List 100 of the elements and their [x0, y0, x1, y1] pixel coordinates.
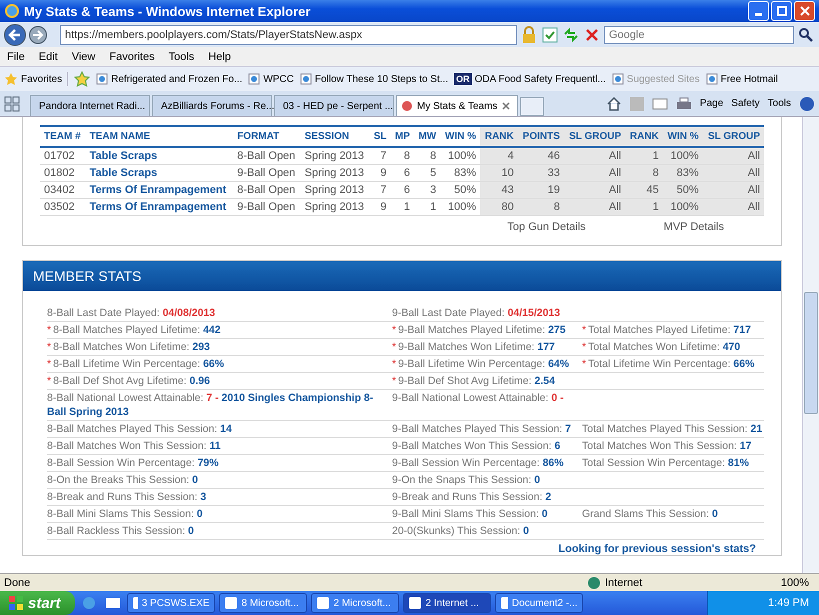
stat-text: Total Matches Won Lifetime: 470 — [588, 341, 740, 353]
section-header: MEMBER STATS — [23, 261, 781, 291]
table-cell: 33 — [548, 167, 560, 179]
printer-icon[interactable] — [676, 96, 692, 112]
browser-tab[interactable]: Pandora Internet Radi... — [30, 95, 150, 116]
browser-tab[interactable]: 03 - HED pe - Serpent ... — [274, 95, 394, 116]
table-cell: All — [748, 184, 760, 196]
mail-icon[interactable] — [652, 98, 668, 110]
menu-item[interactable]: Help — [208, 50, 231, 62]
footnote-mark: * — [392, 324, 396, 336]
favorite-link[interactable]: Refrigerated and Frozen Fo... — [96, 73, 242, 85]
previous-stats-link[interactable]: Looking for previous session's stats? — [558, 543, 756, 555]
favorite-link[interactable]: Free Hotmail — [706, 73, 778, 85]
team-link[interactable]: Terms Of Enrampagement — [90, 201, 226, 213]
stat-text: 8-Ball Lifetime Win Percentage: 66% — [53, 358, 224, 370]
browser-tab[interactable]: My Stats & Teams — [396, 95, 518, 116]
taskbar-button[interactable]: 2 Internet ... — [402, 593, 491, 613]
favorite-link[interactable]: Follow These 10 Steps to St... — [300, 73, 448, 85]
search-icon[interactable] — [797, 26, 815, 44]
zoom-button[interactable]: 100% — [735, 576, 815, 590]
scrollbar[interactable] — [802, 117, 819, 573]
desktop-icon[interactable] — [104, 595, 121, 611]
column-header: POINTS — [518, 126, 564, 147]
table-cell: 43 — [502, 184, 514, 196]
search-field[interactable]: Google — [604, 26, 794, 44]
menu-item[interactable]: File — [7, 50, 25, 62]
table-cell: 8 — [404, 150, 410, 162]
favorites-button[interactable]: Favorites — [4, 72, 68, 86]
favorite-link[interactable]: OR ODA Food Safety Frequentl... — [454, 73, 606, 85]
taskbar-button[interactable]: 3 PCSWS.EXE — [126, 593, 215, 613]
page-icon — [401, 100, 413, 112]
table-cell: 03402 — [44, 184, 75, 196]
details-link[interactable]: MVP Details — [664, 221, 724, 233]
table-cell: 45 — [646, 184, 659, 196]
close-button[interactable] — [794, 1, 815, 21]
footnote-mark: * — [392, 375, 396, 387]
minimize-button[interactable] — [748, 1, 769, 21]
stat-text: Total Matches Played Lifetime: 717 — [588, 324, 751, 336]
team-link[interactable]: Table Scraps — [90, 150, 158, 162]
team-link[interactable]: Terms Of Enrampagement — [90, 184, 226, 196]
app-icon — [408, 596, 422, 610]
table-cell: 50% — [676, 184, 699, 196]
taskbar-button[interactable]: 2 Microsoft... — [310, 593, 399, 613]
home-icon[interactable] — [606, 96, 622, 112]
stat-text: 9-On the Snaps This Session: 0 — [392, 474, 540, 486]
details-link[interactable]: Top Gun Details — [507, 221, 586, 233]
table-cell: 1 — [430, 201, 436, 213]
page-icon — [248, 73, 260, 85]
back-button[interactable] — [4, 24, 26, 46]
menu-item[interactable]: Edit — [38, 50, 58, 62]
padlock-icon[interactable] — [520, 26, 538, 44]
column-header: SESSION — [300, 126, 370, 147]
star-icon — [4, 72, 18, 86]
table-cell: All — [748, 167, 760, 179]
taskbar-button[interactable]: 8 Microsoft... — [218, 593, 307, 613]
taskbar-button[interactable]: Document2 -... — [494, 593, 583, 613]
command-menu[interactable]: Safety — [731, 98, 760, 109]
menu-item[interactable]: Favorites — [109, 50, 155, 62]
browser-tab[interactable]: AzBilliards Forums - Re... — [152, 95, 272, 116]
stat-text: 8-Ball Matches Played This Session: 14 — [47, 423, 232, 435]
table-cell: 83% — [676, 167, 699, 179]
column-header: SL GROUP — [702, 126, 764, 147]
stat-text: 8-Ball Mini Slams This Session: 0 — [47, 508, 203, 520]
status-text: Done — [4, 576, 30, 588]
table-cell: 19 — [548, 184, 560, 196]
table-cell: 7 — [380, 150, 386, 162]
footnote-mark: * — [582, 358, 586, 370]
compatibility-icon[interactable] — [541, 26, 559, 44]
table-cell: 6 — [404, 184, 410, 196]
stat-text: 8-On the Breaks This Session: 0 — [47, 474, 198, 486]
table-cell: 4 — [508, 150, 514, 162]
favorite-link[interactable]: WPCC — [248, 73, 294, 85]
page-icon — [96, 73, 108, 85]
quick-tabs-icon[interactable] — [4, 96, 20, 112]
team-link[interactable]: Table Scraps — [90, 167, 158, 179]
command-menu[interactable]: Page — [700, 98, 724, 109]
command-menu[interactable]: Tools — [768, 98, 791, 109]
table-cell: 50% — [454, 184, 476, 196]
security-zone: Internet — [587, 576, 727, 590]
refresh-icon[interactable] — [562, 26, 580, 44]
stat-text: 8-Ball Session Win Percentage: 79% — [47, 457, 219, 469]
maximize-button[interactable] — [771, 1, 792, 21]
table-cell: 01702 — [44, 150, 75, 162]
table-cell: 100% — [670, 150, 699, 162]
menu-item[interactable]: View — [72, 50, 96, 62]
table-cell: 9-Ball Open — [237, 201, 296, 213]
footnote-mark: * — [582, 324, 586, 336]
table-cell: 80 — [502, 201, 514, 213]
stat-text: 8-Break and Runs This Session: 3 — [47, 491, 206, 503]
address-field[interactable]: https://members.poolplayers.com/Stats/PlayerStatsNew.aspx — [60, 24, 517, 44]
menu-item[interactable]: Tools — [168, 50, 194, 62]
table-cell: All — [608, 184, 622, 196]
table-cell: 01802 — [44, 167, 75, 179]
forward-button[interactable] — [29, 26, 47, 44]
minimize-icon — [755, 12, 762, 16]
table-cell: 8-Ball Open — [237, 150, 296, 162]
stat-text: 9-Ball Matches Won Lifetime: 177 — [398, 341, 555, 353]
stat-text: Grand Slams This Session: 0 — [582, 508, 718, 520]
close-icon[interactable] — [501, 101, 512, 111]
add-favorite-icon[interactable] — [74, 71, 90, 87]
